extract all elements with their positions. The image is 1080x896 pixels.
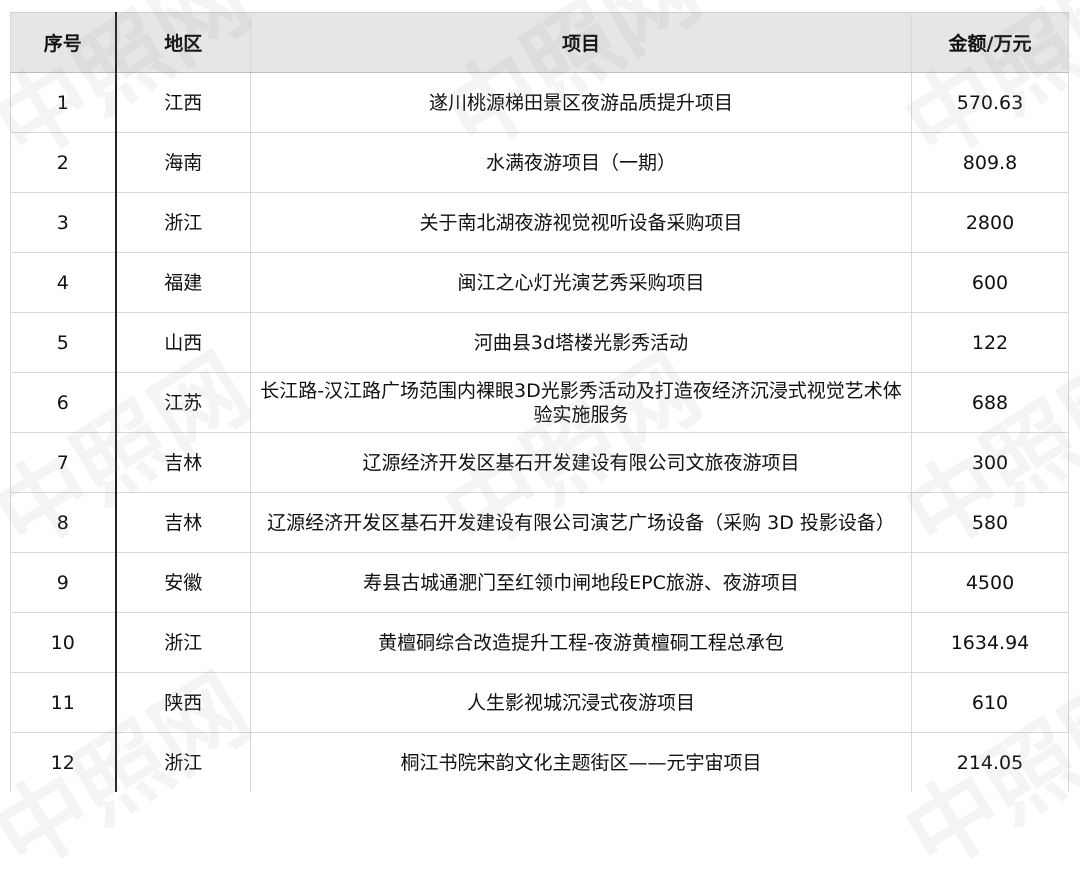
cell-project: 河曲县3d塔楼光影秀活动 [250,312,912,373]
cell-no: 5 [10,312,117,373]
cell-amount: 4500 [911,552,1069,613]
table-row: 10 浙江 黄檀硐综合改造提升工程-夜游黄檀硐工程总承包 1634.94 [10,612,1069,673]
table-body: 1 江西 遂川桃源梯田景区夜游品质提升项目 570.63 2 海南 水满夜游项目… [10,72,1069,792]
cell-no: 4 [10,252,117,313]
cell-amount: 122 [911,312,1069,373]
header-no: 序号 [10,12,117,73]
table-row: 3 浙江 关于南北湖夜游视觉视听设备采购项目 2800 [10,192,1069,253]
cell-no: 10 [10,612,117,673]
table-row: 4 福建 闽江之心灯光演艺秀采购项目 600 [10,252,1069,313]
cell-region: 江西 [115,72,251,133]
cell-project: 关于南北湖夜游视觉视听设备采购项目 [250,192,912,253]
cell-project: 遂川桃源梯田景区夜游品质提升项目 [250,72,912,133]
header-amount: 金额/万元 [911,12,1069,73]
cell-amount: 300 [911,432,1069,493]
project-table: 序号 地区 项目 金额/万元 1 江西 遂川桃源梯田景区夜游品质提升项目 570… [10,12,1069,792]
header-row: 序号 地区 项目 金额/万元 [10,12,1069,73]
cell-project: 人生影视城沉浸式夜游项目 [250,672,912,733]
table-row: 6 江苏 长江路-汉江路广场范围内裸眼3D光影秀活动及打造夜经济沉浸式视觉艺术体… [10,372,1069,433]
table-header: 序号 地区 项目 金额/万元 [10,12,1069,73]
cell-amount: 1634.94 [911,612,1069,673]
table-row: 11 陕西 人生影视城沉浸式夜游项目 610 [10,672,1069,733]
cell-no: 1 [10,72,117,133]
cell-amount: 600 [911,252,1069,313]
data-table-container: 序号 地区 项目 金额/万元 1 江西 遂川桃源梯田景区夜游品质提升项目 570… [10,12,1069,792]
cell-amount: 214.05 [911,732,1069,792]
table-row: 12 浙江 桐江书院宋韵文化主题街区——元宇宙项目 214.05 [10,732,1069,792]
cell-project: 桐江书院宋韵文化主题街区——元宇宙项目 [250,732,912,792]
cell-region: 江苏 [115,372,251,433]
cell-region: 海南 [115,132,251,193]
cell-project: 黄檀硐综合改造提升工程-夜游黄檀硐工程总承包 [250,612,912,673]
cell-region: 浙江 [115,612,251,673]
table-row: 9 安徽 寿县古城通淝门至红领巾闸地段EPC旅游、夜游项目 4500 [10,552,1069,613]
cell-no: 2 [10,132,117,193]
header-project: 项目 [250,12,912,73]
cell-amount: 2800 [911,192,1069,253]
cell-amount: 809.8 [911,132,1069,193]
cell-no: 7 [10,432,117,493]
cell-no: 3 [10,192,117,253]
table-row: 7 吉林 辽源经济开发区基石开发建设有限公司文旅夜游项目 300 [10,432,1069,493]
table-row: 8 吉林 辽源经济开发区基石开发建设有限公司演艺广场设备（采购 3D 投影设备）… [10,492,1069,553]
cell-project: 辽源经济开发区基石开发建设有限公司文旅夜游项目 [250,432,912,493]
cell-project: 辽源经济开发区基石开发建设有限公司演艺广场设备（采购 3D 投影设备） [250,492,912,553]
cell-region: 山西 [115,312,251,373]
cell-amount: 580 [911,492,1069,553]
cell-region: 吉林 [115,432,251,493]
cell-no: 6 [10,372,117,433]
cell-project: 长江路-汉江路广场范围内裸眼3D光影秀活动及打造夜经济沉浸式视觉艺术体验实施服务 [250,372,912,433]
table-row: 1 江西 遂川桃源梯田景区夜游品质提升项目 570.63 [10,72,1069,133]
cell-amount: 610 [911,672,1069,733]
table-row: 2 海南 水满夜游项目（一期） 809.8 [10,132,1069,193]
table-row: 5 山西 河曲县3d塔楼光影秀活动 122 [10,312,1069,373]
cell-no: 8 [10,492,117,553]
cell-no: 12 [10,732,117,792]
cell-no: 11 [10,672,117,733]
cell-project: 水满夜游项目（一期） [250,132,912,193]
cell-region: 安徽 [115,552,251,613]
cell-region: 浙江 [115,192,251,253]
cell-no: 9 [10,552,117,613]
cell-project: 寿县古城通淝门至红领巾闸地段EPC旅游、夜游项目 [250,552,912,613]
cell-project: 闽江之心灯光演艺秀采购项目 [250,252,912,313]
cell-region: 陕西 [115,672,251,733]
header-region: 地区 [115,12,251,73]
cell-region: 浙江 [115,732,251,792]
cell-region: 吉林 [115,492,251,553]
cell-amount: 688 [911,372,1069,433]
cell-amount: 570.63 [911,72,1069,133]
cell-region: 福建 [115,252,251,313]
